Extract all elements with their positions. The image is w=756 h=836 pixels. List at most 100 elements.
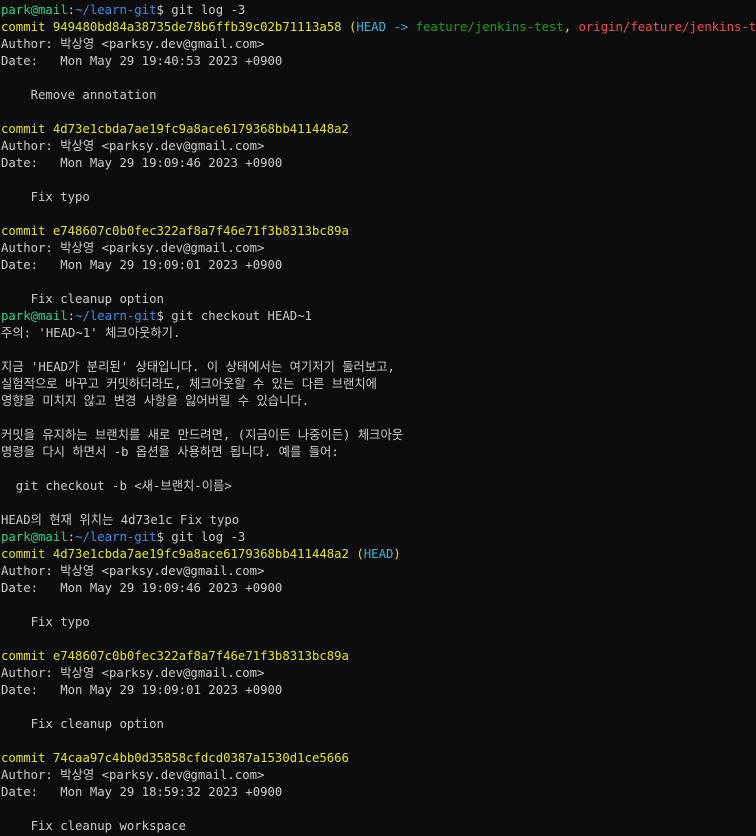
output-text: Author: 박상영 <parksy.dev@gmail.com> [1,139,265,153]
output-line: 지금 'HEAD가 분리된' 상태입니다. 이 상태에서는 여기저기 둘러보고, [0,359,756,376]
output-line: Author: 박상영 <parksy.dev@gmail.com> [0,767,756,784]
output-text: Author: 박상영 <parksy.dev@gmail.com> [1,37,265,51]
commit-ref: origin/feature/jenkins-test [578,20,756,34]
prompt-line: park@mail:~/learn-git$ git log -3 [0,2,756,19]
output-line: Fix cleanup workspace [0,818,756,835]
output-line: 커밋을 유지하는 브랜치를 새로 만드려면, (지금이든 나중이든) 체크아웃 [0,427,756,444]
output-text: Author: 박상영 <parksy.dev@gmail.com> [1,666,265,680]
output-text: Fix typo [1,190,90,204]
prompt-path: ~/learn-git [75,3,157,17]
prompt-symbol: $ [156,530,164,544]
output-line: Date: Mon May 29 19:09:01 2023 +0900 [0,682,756,699]
output-text: 명령을 다시 하면서 -b 옵션을 사용하면 됩니다. 예를 들어: [1,445,339,459]
ref-close-paren: ) [393,547,401,561]
prompt-symbol: $ [156,309,164,323]
output-line: Remove annotation [0,87,756,104]
output-line: 명령을 다시 하면서 -b 옵션을 사용하면 됩니다. 예를 들어: [0,444,756,461]
commit-line: commit 4d73e1cbda7ae19fc9a8ace6179368bb4… [0,121,756,138]
output-line: HEAD의 현재 위치는 4d73e1c Fix typo [0,512,756,529]
commit-hash: 4d73e1cbda7ae19fc9a8ace6179368bb411448a2 [52,547,349,561]
output-line: Fix typo [0,614,756,631]
prompt-separator: : [67,530,76,544]
output-text: HEAD의 현재 위치는 4d73e1c Fix typo [1,513,240,527]
output-line: Fix cleanup option [0,291,756,308]
commit-ref: feature/jenkins-test [415,20,564,34]
prompt-separator: : [67,309,76,323]
output-text: Author: 박상영 <parksy.dev@gmail.com> [1,241,265,255]
commit-label: commit [1,224,53,238]
output-text: git checkout -b <새-브랜치-이름> [1,479,232,493]
commit-ref: , [563,20,579,34]
commit-ref: HEAD -> [356,20,416,34]
prompt-line: park@mail:~/learn-git$ git log -3 [0,529,756,546]
output-text: Author: 박상영 <parksy.dev@gmail.com> [1,564,265,578]
output-line: 실험적으로 바꾸고 커밋하더라도, 체크아웃할 수 있는 다른 브랜치에 [0,376,756,393]
commit-line: commit 74caa97c4bb0d35858cfdcd0387a1530d… [0,750,756,767]
prompt-userhost: park@mail [1,530,68,544]
prompt-userhost: park@mail [1,309,68,323]
output-line: Date: Mon May 29 18:59:32 2023 +0900 [0,784,756,801]
commit-label: commit [1,20,53,34]
commit-label: commit [1,122,53,136]
output-line: Author: 박상영 <parksy.dev@gmail.com> [0,138,756,155]
output-text: Date: Mon May 29 19:09:46 2023 +0900 [1,156,283,170]
commit-line: commit e748607c0b0fec322af8a7f46e71f3b83… [0,648,756,665]
output-line: Date: Mon May 29 19:09:46 2023 +0900 [0,580,756,597]
prompt-path: ~/learn-git [75,530,157,544]
output-text: Date: Mon May 29 19:40:53 2023 +0900 [1,54,283,68]
output-line: 영향을 미치지 않고 변경 사항을 잃어버릴 수 있습니다. [0,393,756,410]
output-text: Date: Mon May 29 18:59:32 2023 +0900 [1,785,283,799]
commit-line: commit 949480bd84a38735de78b6ffb39c02b71… [0,19,756,36]
output-text: Remove annotation [1,88,157,102]
command-text: git log -3 [163,530,246,544]
output-line: Date: Mon May 29 19:40:53 2023 +0900 [0,53,756,70]
commit-hash: e748607c0b0fec322af8a7f46e71f3b8313bc89a [52,224,349,238]
output-text: 실험적으로 바꾸고 커밋하더라도, 체크아웃할 수 있는 다른 브랜치에 [1,377,377,391]
output-line: Date: Mon May 29 19:09:46 2023 +0900 [0,155,756,172]
ref-open-paren: ( [341,20,357,34]
output-line: Author: 박상영 <parksy.dev@gmail.com> [0,563,756,580]
output-line: Fix typo [0,189,756,206]
command-text: git log -3 [163,3,246,17]
terminal-window[interactable]: park@mail:~/learn-git$ git log -3 commit … [0,0,756,836]
output-text: Author: 박상영 <parksy.dev@gmail.com> [1,768,265,782]
ref-open-paren: ( [348,547,364,561]
output-text: Date: Mon May 29 19:09:01 2023 +0900 [1,258,283,272]
commit-ref: HEAD [363,547,394,561]
commit-label: commit [1,547,53,561]
output-text: Date: Mon May 29 19:09:01 2023 +0900 [1,683,283,697]
output-line: Author: 박상영 <parksy.dev@gmail.com> [0,665,756,682]
output-text: 커밋을 유지하는 브랜치를 새로 만드려면, (지금이든 나중이든) 체크아웃 [1,428,404,442]
output-text: Fix cleanup option [1,292,164,306]
prompt-path: ~/learn-git [75,309,157,323]
commit-label: commit [1,649,53,663]
output-line: git checkout -b <새-브랜치-이름> [0,478,756,495]
prompt-userhost: park@mail [1,3,68,17]
output-line: Author: 박상영 <parksy.dev@gmail.com> [0,240,756,257]
output-text: 영향을 미치지 않고 변경 사항을 잃어버릴 수 있습니다. [1,394,310,408]
output-line: 주의: 'HEAD~1' 체크아웃하기. [0,325,756,342]
output-text: Fix cleanup workspace [1,819,187,833]
commit-hash: e748607c0b0fec322af8a7f46e71f3b8313bc89a [52,649,349,663]
output-text: 주의: 'HEAD~1' 체크아웃하기. [1,326,181,340]
output-text: Fix cleanup option [1,717,164,731]
prompt-line: park@mail:~/learn-git$ git checkout HEAD… [0,308,756,325]
output-text: 지금 'HEAD가 분리된' 상태입니다. 이 상태에서는 여기저기 둘러보고, [1,360,395,374]
prompt-symbol: $ [156,3,164,17]
commit-hash: 4d73e1cbda7ae19fc9a8ace6179368bb411448a2 [52,122,349,136]
output-text: Fix typo [1,615,90,629]
output-line: Fix cleanup option [0,716,756,733]
command-text: git checkout HEAD~1 [163,309,312,323]
